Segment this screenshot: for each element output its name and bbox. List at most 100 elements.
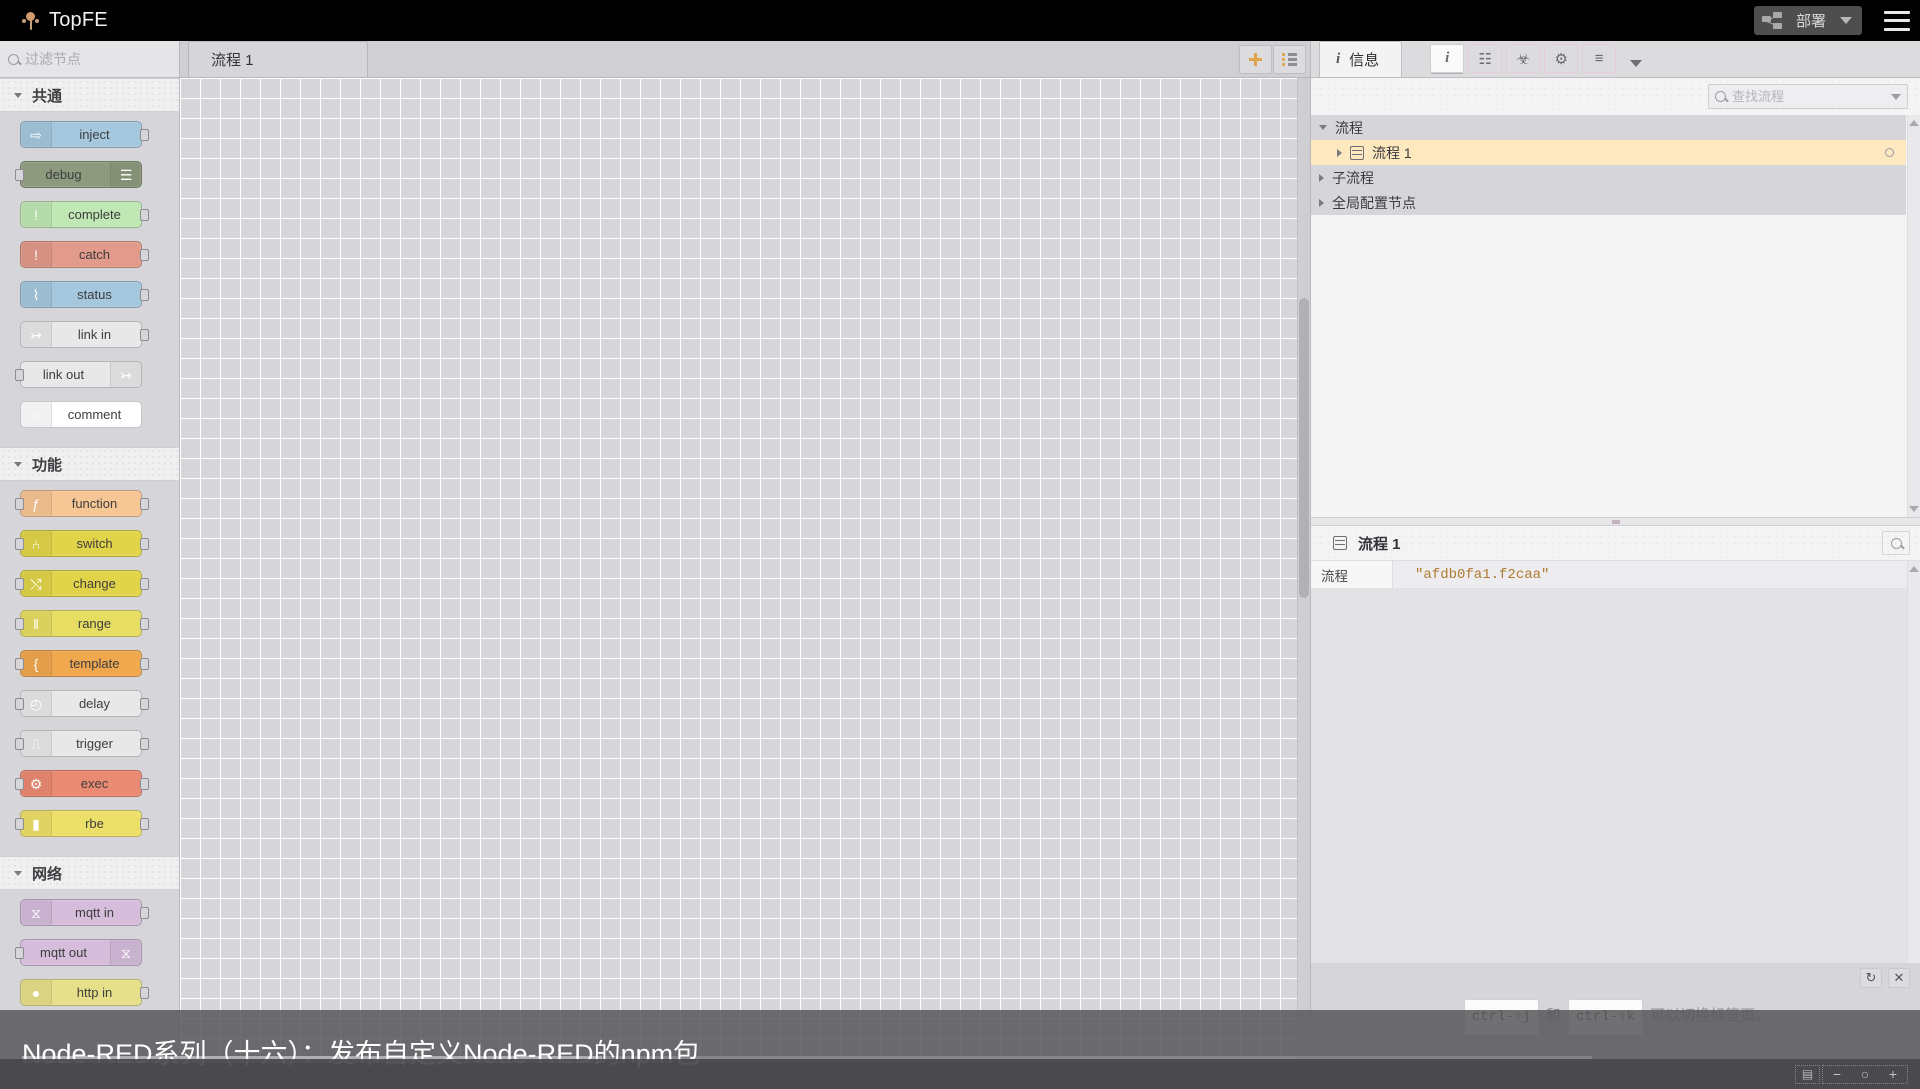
node-output-port[interactable] [140,129,149,141]
palette-node-link-in[interactable]: ↣ link in [0,321,179,361]
palette-node-range[interactable]: ‖ range [0,610,179,650]
node-output-port[interactable] [140,658,149,670]
palette-node-mqtt-in[interactable]: ⧖ mqtt in [0,899,179,939]
deploy-dropdown-caret-icon[interactable] [1840,17,1852,24]
detail-search-button[interactable] [1882,531,1910,555]
node-output-port[interactable] [140,987,149,999]
node-output-port[interactable] [140,209,149,221]
palette-node-change[interactable]: ⤭ change [0,570,179,610]
palette-node-switch[interactable]: ⑃ switch [0,530,179,570]
sidebar-splitter[interactable] [1311,517,1920,526]
node-input-port[interactable] [15,658,24,670]
node-output-port[interactable] [140,738,149,750]
map-view-icon[interactable]: ▤ [1795,1064,1820,1084]
zoom-out-button[interactable]: − [1823,1066,1851,1082]
flow-search-box[interactable] [1708,84,1908,109]
node-output-port[interactable] [140,329,149,341]
close-icon[interactable]: ✕ [1888,968,1910,988]
palette-scroll-area[interactable]: 共通 ⇨ inject debug ☰! complete! catch ⌇ status ↣ li… [0,78,179,1089]
tree-item-流程[interactable]: 流程 [1311,115,1906,140]
node-input-port[interactable] [15,618,24,630]
palette-node-comment[interactable]: ○ comment [0,401,179,441]
chevron-down-icon[interactable] [1630,60,1643,67]
node-input-port[interactable] [15,778,24,790]
palette-node-rbe[interactable]: ▮ rbe [0,810,179,850]
palette-filter-input[interactable] [25,51,171,67]
node-output-port[interactable] [140,618,149,630]
palette-category-网络[interactable]: 网络 [0,856,179,890]
palette-node-inject[interactable]: ⇨ inject [0,121,179,161]
sidebar-tabbar: i 信息 i ☷ ☣ ⚙ ≡ [1311,41,1920,78]
sidebar-tab-info-label: 信息 [1349,52,1380,69]
node-input-port[interactable] [15,498,24,510]
chevron-right-icon[interactable] [1337,148,1342,157]
palette-node-trigger[interactable]: ⎍ trigger [0,730,179,770]
node-input-port[interactable] [15,818,24,830]
palette-node-mqtt-out[interactable]: mqtt out ⧖ [0,939,179,979]
node-input-port[interactable] [15,947,24,959]
node-output-port[interactable] [140,498,149,510]
node-output-port[interactable] [140,907,149,919]
tree-item-子流程[interactable]: 子流程 [1311,165,1906,190]
list-flows-button[interactable] [1273,44,1306,74]
tree-item-label: 流程 [1335,119,1363,136]
property-scrollbar[interactable] [1907,561,1920,963]
flow-tab-1[interactable]: 流程 1 [188,41,368,77]
palette-node-debug[interactable]: debug ☰ [0,161,179,201]
node-output-port[interactable] [140,818,149,830]
deploy-nodes-icon [1761,11,1790,30]
chevron-down-icon[interactable] [1891,93,1901,100]
scroll-up-icon[interactable] [1909,566,1919,572]
palette-node-delay[interactable]: ◴ delay [0,690,179,730]
chevron-down-icon[interactable] [1319,125,1327,130]
canvas-vertical-scroll-thumb[interactable] [1299,298,1309,598]
palette-node-link-out[interactable]: link out ↣ [0,361,179,401]
ring-icon [1885,148,1894,157]
palette-category-功能[interactable]: 功能 [0,447,179,481]
palette-node-exec[interactable]: ⚙ exec [0,770,179,810]
node-input-port[interactable] [15,698,24,710]
node-palette: 共通 ⇨injectdebug☰!complete!catch⌇status↣li… [0,41,187,1089]
scroll-down-icon[interactable] [1909,506,1919,512]
palette-node-catch[interactable]: ! catch [0,241,179,281]
detail-title: 流程 1 [1358,535,1401,553]
context-stack-icon: ≡ [1594,50,1604,67]
node-input-port[interactable] [15,169,24,181]
sidebar-tab-help-book-icon[interactable]: ☷ [1468,44,1503,73]
palette-node-status[interactable]: ⌇ status [0,281,179,321]
palette-node-template[interactable]: {template [0,650,179,690]
flow-search-input[interactable] [1732,89,1885,104]
node-output-port[interactable] [140,778,149,790]
node-input-port[interactable] [15,578,24,590]
tree-item-全局配置节点[interactable]: 全局配置节点 [1311,190,1906,215]
sidebar-tab-debug-bug-icon[interactable]: ☣ [1506,44,1541,73]
hamburger-menu-icon[interactable] [1884,10,1910,31]
scroll-up-icon[interactable] [1909,120,1919,126]
chevron-right-icon[interactable] [1319,198,1324,207]
node-output-port[interactable] [140,698,149,710]
palette-node-function[interactable]: ƒ function [0,490,179,530]
sidebar-tab-info-icon[interactable]: i [1430,44,1465,73]
add-flow-button[interactable] [1239,44,1272,74]
refresh-icon[interactable]: ↻ [1860,968,1882,988]
sidebar-tab-info[interactable]: i 信息 [1319,41,1403,77]
canvas-vertical-scrollbar[interactable] [1297,78,1310,1075]
palette-category-共通[interactable]: 共通 [0,78,179,112]
palette-node-complete[interactable]: ! complete [0,201,179,241]
zoom-reset-button[interactable]: ○ [1851,1066,1879,1082]
sidebar-tab-context-stack-icon[interactable]: ≡ [1582,44,1617,73]
node-input-port[interactable] [15,369,24,381]
zoom-in-button[interactable]: + [1879,1066,1907,1082]
sidebar-tab-config-gear-icon[interactable]: ⚙ [1544,44,1579,73]
node-output-port[interactable] [140,289,149,301]
deploy-button[interactable]: 部署 [1753,6,1862,35]
flow-canvas[interactable] [180,78,1310,1089]
node-input-port[interactable] [15,738,24,750]
node-output-port[interactable] [140,249,149,261]
chevron-right-icon[interactable] [1319,173,1324,182]
tree-scrollbar[interactable] [1907,115,1920,517]
node-output-port[interactable] [140,578,149,590]
tree-item-流程-1[interactable]: 流程 1 [1311,140,1906,165]
node-input-port[interactable] [15,538,24,550]
node-output-port[interactable] [140,538,149,550]
